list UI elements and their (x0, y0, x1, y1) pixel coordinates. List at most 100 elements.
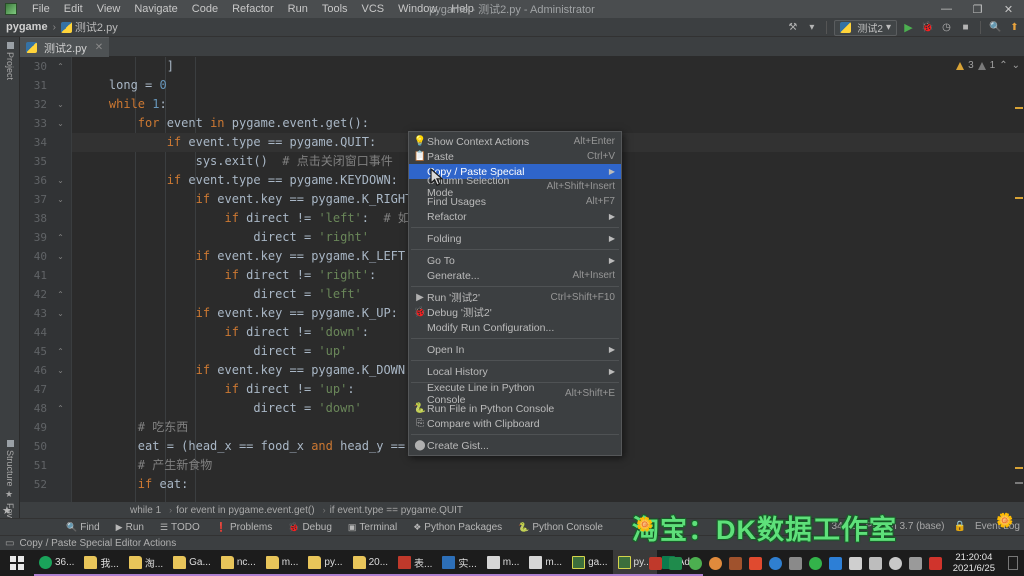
taskbar-item[interactable]: 表... (393, 550, 438, 576)
code-line[interactable]: ] (72, 57, 1024, 76)
stop-icon[interactable]: ■ (958, 20, 973, 35)
taskbar-item[interactable]: nc... (215, 550, 261, 576)
menu-item-code[interactable]: Code (185, 0, 225, 18)
menu-item-help[interactable]: Help (444, 0, 481, 18)
context-menu-item[interactable]: 💡 Show Context Actions Alt+Enter (409, 134, 621, 149)
breadcrumb-project[interactable]: pygame (6, 21, 48, 33)
tool-window-button-run[interactable]: ▶ Run (108, 519, 152, 536)
tool-window-structure[interactable]: Structure (0, 437, 20, 490)
tool-window-button-python-packages[interactable]: ❖ Python Packages (405, 519, 510, 536)
coverage-icon[interactable]: ◷ (939, 20, 954, 35)
tray-icon-5[interactable] (728, 556, 742, 570)
code-line[interactable]: if eat: (72, 475, 1024, 494)
tray-icon-10[interactable] (828, 556, 842, 570)
update-icon[interactable]: ⬆ (1007, 20, 1022, 35)
context-menu-item[interactable]: Local History ▶ (409, 364, 621, 379)
menu-item-edit[interactable]: Edit (57, 0, 90, 18)
taskbar-item[interactable]: 淘... (123, 550, 169, 576)
context-menu-item[interactable]: 🐞 Debug '测试2' (409, 305, 621, 320)
code-breadcrumb-segment[interactable]: for event in pygame.event.get() (176, 505, 314, 516)
tray-icon-6[interactable] (748, 556, 762, 570)
close-button[interactable]: ✕ (993, 0, 1024, 18)
taskbar-item[interactable]: m... (481, 550, 525, 576)
debug-icon[interactable]: 🐞 (920, 20, 935, 35)
tray-icon-9[interactable] (808, 556, 822, 570)
context-menu-item[interactable]: ▶ Run '测试2' Ctrl+Shift+F10 (409, 290, 621, 305)
context-menu-item[interactable]: Go To ▶ (409, 253, 621, 268)
code-breadcrumb-segment[interactable]: while 1 (130, 505, 161, 516)
tray-icon-4[interactable] (708, 556, 722, 570)
tool-window-button-terminal[interactable]: ▣ Terminal (340, 519, 405, 536)
vcs-icon[interactable]: ⚒ (785, 20, 800, 35)
menu-bar[interactable]: File Edit View Navigate Code Refactor Run Tools… (25, 0, 481, 18)
tray-icon-1[interactable] (648, 556, 662, 570)
taskbar-item[interactable]: 我... (79, 550, 124, 576)
taskbar-item[interactable]: 实... (437, 550, 482, 576)
tool-window-button-todo[interactable]: ☰ TODO (152, 519, 208, 536)
code-line[interactable]: long = 0 (72, 76, 1024, 95)
run-configuration-selector[interactable]: 测试2 ▾ (834, 19, 897, 36)
fold-marker-icon[interactable]: ⌄ (56, 114, 65, 133)
taskbar-item[interactable]: m... (260, 550, 304, 576)
menu-item-file[interactable]: File (25, 0, 57, 18)
bookmark-star-icon[interactable]: ★ (2, 504, 12, 517)
code-breadcrumb-segment[interactable]: if event.type == pygame.QUIT (330, 505, 463, 516)
tray-icon-3[interactable] (688, 556, 702, 570)
fold-marker-icon[interactable]: ⌄ (56, 247, 65, 266)
chevron-down-icon[interactable]: ▾ (804, 20, 819, 35)
context-menu-item[interactable]: Open In ▶ (409, 342, 621, 357)
inspection-down-icon[interactable]: ⌄ (1012, 60, 1020, 71)
taskbar-item[interactable]: py... (303, 550, 348, 576)
fold-marker-icon[interactable]: ⌄ (56, 304, 65, 323)
display-icon[interactable] (868, 556, 882, 570)
breadcrumb[interactable]: pygame › 测试2.py (6, 19, 118, 35)
breadcrumb-file[interactable]: 测试2.py (75, 19, 118, 35)
context-menu-item[interactable]: 📋 Paste Ctrl+V (409, 149, 621, 164)
fold-marker-icon[interactable]: ⌄ (56, 95, 65, 114)
tool-window-button-problems[interactable]: ❗ Problems (208, 519, 280, 536)
run-icon[interactable]: ▶ (901, 20, 916, 35)
maximize-button[interactable]: ❐ (962, 0, 993, 18)
fold-marker-icon[interactable]: ⌄ (56, 171, 65, 190)
tray-icon-8[interactable] (788, 556, 802, 570)
tab-close-icon[interactable]: ✕ (95, 42, 103, 53)
network-icon[interactable] (848, 556, 862, 570)
context-menu-item[interactable]: Modify Run Configuration... (409, 320, 621, 335)
inspection-widget[interactable]: 3 1 ⌃ ⌄ (956, 60, 1020, 71)
tool-window-button-debug[interactable]: 🐞 Debug (280, 519, 340, 536)
volume-icon[interactable] (888, 556, 902, 570)
fold-marker-icon[interactable]: ⌃ (56, 57, 65, 76)
menu-item-view[interactable]: View (90, 0, 128, 18)
menu-item-window[interactable]: Window (391, 0, 444, 18)
battery-icon[interactable] (908, 556, 922, 570)
menu-item-tools[interactable]: Tools (315, 0, 355, 18)
taskbar-item[interactable]: 20... (347, 550, 394, 576)
fold-marker-icon[interactable]: ⌃ (56, 285, 65, 304)
code-line[interactable]: while 1: (72, 95, 1024, 114)
tray-icon-7[interactable] (768, 556, 782, 570)
editor-marker-track[interactable] (1014, 77, 1024, 502)
tray-icon-2[interactable] (668, 556, 682, 570)
lock-icon[interactable]: 🔒 (954, 521, 966, 532)
minimize-button[interactable]: — (931, 0, 962, 18)
context-menu-item[interactable]: ⬤ Create Gist... (409, 438, 621, 453)
taskbar-clock[interactable]: 21:20:04 2021/6/25 (953, 552, 995, 574)
tool-window-button-find[interactable]: 🔍 Find (58, 519, 108, 536)
taskbar-item[interactable]: 36... (34, 550, 80, 576)
fold-marker-icon[interactable]: ⌃ (56, 342, 65, 361)
context-menu-item[interactable]: Folding ▶ (409, 231, 621, 246)
editor-gutter[interactable]: 30 ⌃ 31 32 ⌄ 33 ⌄ 34 35 36 ⌄ 37 ⌄ 38 39 ⌃ 40 ⌄ 41 42 ⌃ 43 ⌄ 44 4… (20, 57, 72, 502)
tray-icon-11[interactable] (928, 556, 942, 570)
menu-item-navigate[interactable]: Navigate (127, 0, 184, 18)
fold-marker-icon[interactable]: ⌃ (56, 228, 65, 247)
context-menu-item[interactable]: Generate... Alt+Insert (409, 268, 621, 283)
fold-marker-icon[interactable]: ⌄ (56, 190, 65, 209)
context-menu-item[interactable]: 🐍 Run File in Python Console (409, 401, 621, 416)
menu-item-refactor[interactable]: Refactor (225, 0, 281, 18)
menu-item-run[interactable]: Run (281, 0, 315, 18)
context-menu-item[interactable]: Execute Line in Python Console Alt+Shift+… (409, 382, 621, 406)
fold-marker-icon[interactable]: ⌄ (56, 361, 65, 380)
context-menu-item[interactable]: Find Usages Alt+F7 (409, 194, 621, 209)
context-menu-item[interactable]: ⎘ Compare with Clipboard (409, 416, 621, 431)
taskbar-item[interactable]: Ga... (168, 550, 216, 576)
